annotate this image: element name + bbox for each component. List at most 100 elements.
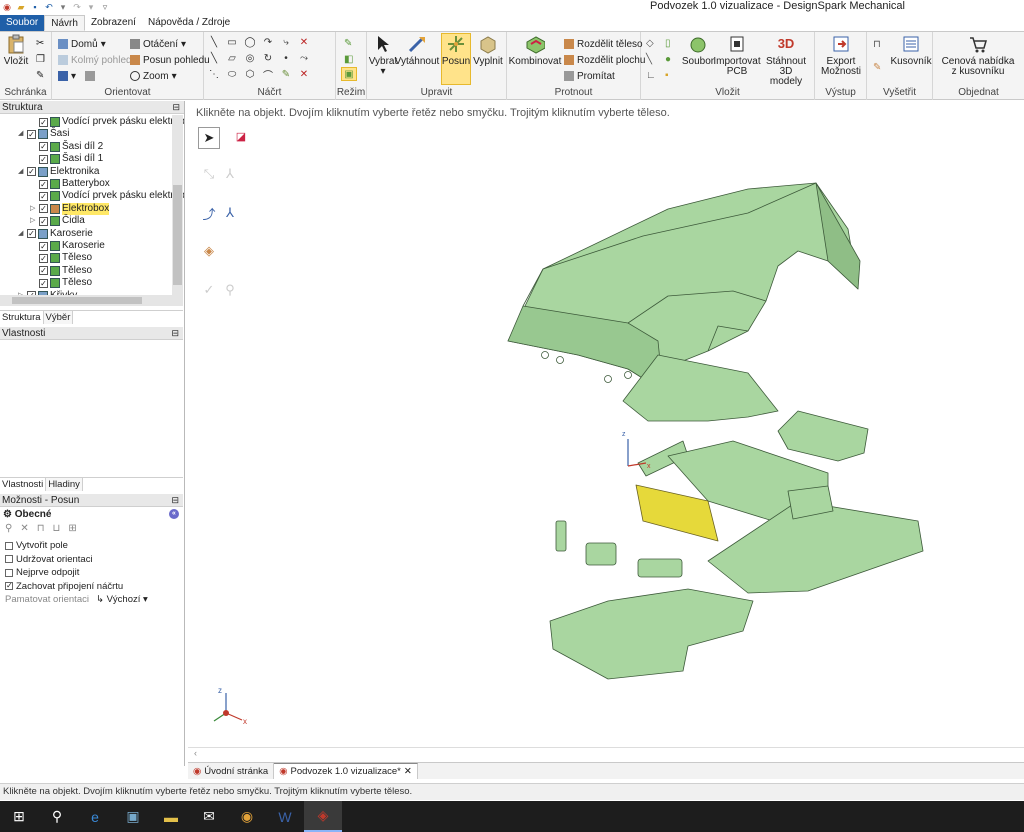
doc-tab-welcome[interactable]: ◉ Úvodní stránka: [188, 763, 275, 779]
option-row[interactable]: ✓ Zachovat připojení náčrtu: [5, 581, 123, 592]
split-body-button[interactable]: Rozdělit těleso: [564, 37, 643, 51]
axis-icon[interactable]: ╲: [646, 52, 652, 66]
dimension-icon[interactable]: ⊞: [68, 523, 76, 534]
pull-button[interactable]: Vytáhnout: [395, 34, 439, 67]
pan-view-button[interactable]: Posun pohledu: [130, 53, 210, 67]
tangent-arc-icon[interactable]: ⤷: [280, 36, 292, 48]
bom-button[interactable]: Kusovník: [890, 34, 932, 67]
pull-handle-icon[interactable]: ⊓: [37, 523, 45, 534]
home-view-button[interactable]: Domů ▾: [58, 37, 106, 51]
option-row[interactable]: Udržovat orientaci: [5, 554, 93, 565]
split-face-button[interactable]: Rozdělit plochu: [564, 53, 645, 67]
save-icon[interactable]: ▪: [30, 2, 40, 12]
windows-start-icon[interactable]: ⊞: [0, 801, 38, 832]
move-along-icon[interactable]: ✕: [20, 523, 28, 534]
plane-icon[interactable]: ◇: [646, 36, 654, 50]
3d-mode-icon[interactable]: ▣: [341, 67, 357, 81]
tab-vyber[interactable]: Výběr: [43, 311, 74, 324]
collapse-icon[interactable]: «: [169, 509, 179, 519]
tree-item[interactable]: ✓ Batterybox: [30, 178, 110, 190]
tree-item[interactable]: ✓ Těleso: [30, 277, 92, 289]
point-icon[interactable]: •: [280, 52, 292, 64]
import-pcb-button[interactable]: Importovat PCB: [713, 34, 761, 77]
combine-button[interactable]: Kombinovat: [509, 34, 561, 67]
cut-icon[interactable]: ✂: [36, 36, 44, 50]
tree-item[interactable]: ✓ Karoserie: [30, 240, 105, 252]
visibility-checkbox[interactable]: ✓: [39, 117, 48, 127]
tree-item[interactable]: ✓ Těleso: [30, 265, 92, 277]
circle-icon[interactable]: ◯: [244, 36, 256, 48]
option-checkbox[interactable]: [5, 555, 13, 563]
pin-icon[interactable]: ⊟: [172, 101, 180, 114]
tab-soubor[interactable]: Soubor: [0, 15, 45, 31]
remember-orientation-dropdown[interactable]: ↳ Výchozí ▾: [96, 594, 148, 605]
zoom-button[interactable]: Zoom ▾: [130, 69, 177, 83]
tab-hladiny[interactable]: Hladiny: [46, 478, 83, 491]
pin-icon[interactable]: ⊟: [171, 327, 179, 340]
dropdown-arrow-icon[interactable]: ▾: [58, 2, 68, 12]
ruler-icon[interactable]: ⊔: [53, 523, 61, 534]
doc-tab-podvozek[interactable]: ◉ Podvozek 1.0 vizualizace* ✕: [274, 763, 418, 779]
expander-icon[interactable]: ◢: [18, 228, 25, 240]
origin-icon[interactable]: ∟: [646, 68, 656, 82]
tree-item[interactable]: ✓ Šasi díl 2: [30, 141, 103, 153]
tangent-line-icon[interactable]: ╲: [208, 52, 220, 64]
three-point-rect-icon[interactable]: ▱: [226, 52, 238, 64]
tree-item[interactable]: ▷ ✓ Elektrobox: [30, 202, 110, 215]
mirror-icon[interactable]: ✕: [298, 68, 310, 80]
visibility-checkbox[interactable]: ✓: [39, 191, 48, 201]
select-button[interactable]: Vybrat ▾: [369, 34, 397, 77]
format-painter-icon[interactable]: ✎: [36, 68, 44, 82]
visibility-checkbox[interactable]: ✓: [27, 229, 36, 239]
tab-zobrazeni[interactable]: Zobrazení: [85, 15, 142, 31]
construction-line-icon[interactable]: ⋱: [208, 68, 220, 80]
visibility-checkbox[interactable]: ✓: [27, 129, 36, 139]
expander-icon[interactable]: ◢: [18, 128, 25, 140]
tree-vertical-scrollbar[interactable]: [172, 115, 183, 295]
tree-item[interactable]: ✓ Vodící prvek pásku elektrob: [30, 190, 184, 202]
visibility-checkbox[interactable]: ✓: [39, 266, 48, 276]
chrome-icon[interactable]: ◉: [228, 801, 266, 832]
tab-navrh[interactable]: Návrh: [44, 15, 85, 31]
store-icon[interactable]: ▣: [114, 801, 152, 832]
tab-vlastnosti[interactable]: Vlastnosti: [0, 478, 47, 491]
paste-button[interactable]: Vložit: [4, 34, 28, 67]
option-row[interactable]: Vytvořit pole: [5, 540, 68, 551]
tree-item[interactable]: ◢ ✓ Elektronika: [18, 166, 99, 178]
mail-icon[interactable]: ✉: [190, 801, 228, 832]
visibility-checkbox[interactable]: ✓: [39, 154, 48, 164]
move-button[interactable]: Posun: [441, 33, 471, 85]
sketch-mode-icon[interactable]: ✎: [344, 36, 352, 50]
select-anchor-icon[interactable]: ⚲: [5, 523, 12, 534]
close-icon[interactable]: ✕: [404, 764, 412, 779]
expander-icon[interactable]: ▷: [30, 203, 37, 215]
polygon-icon[interactable]: ⬡: [244, 68, 256, 80]
open-file-icon[interactable]: ▰: [16, 2, 26, 12]
redo-icon[interactable]: ↷: [72, 2, 82, 12]
section-mode-icon[interactable]: ◧: [344, 52, 353, 66]
arc-icon[interactable]: ↷: [262, 36, 274, 48]
sphere-icon[interactable]: ●: [665, 52, 671, 66]
word-icon[interactable]: W: [266, 801, 304, 832]
visibility-checkbox[interactable]: ✓: [39, 216, 48, 226]
tree-item[interactable]: ✓ Těleso: [30, 252, 92, 264]
copy-icon[interactable]: ❐: [36, 52, 45, 66]
edge-browser-icon[interactable]: e: [76, 801, 114, 832]
customize-qat-icon[interactable]: ▿: [100, 2, 110, 12]
perpendicular-view-button[interactable]: Kolmý pohled: [58, 53, 132, 67]
spline-icon[interactable]: ✎: [280, 68, 292, 80]
quote-from-bom-button[interactable]: Cenová nabídka z kusovníku: [935, 34, 1021, 77]
undo-icon[interactable]: ↶: [44, 2, 54, 12]
tree-item[interactable]: ◢ ✓ Šasi: [18, 128, 69, 140]
project-button[interactable]: Promítat: [564, 69, 615, 83]
app-logo-icon[interactable]: ◉: [2, 2, 12, 12]
option-checkbox[interactable]: [5, 541, 13, 550]
rectangle-icon[interactable]: ▭: [226, 36, 238, 48]
designspark-icon[interactable]: ◈: [304, 801, 342, 832]
viewport-scroll-left-icon[interactable]: ‹: [188, 747, 1024, 759]
three-point-arc-icon[interactable]: ⌒: [262, 68, 274, 82]
tab-napoveda[interactable]: Nápověda / Zdroje: [142, 15, 236, 31]
offset-curve-icon[interactable]: ⤳: [298, 52, 310, 64]
tree-item[interactable]: ✓ Vodící prvek pásku elektroboxu: [30, 116, 184, 128]
tree-item[interactable]: ◢ ✓ Karoserie: [18, 228, 93, 240]
